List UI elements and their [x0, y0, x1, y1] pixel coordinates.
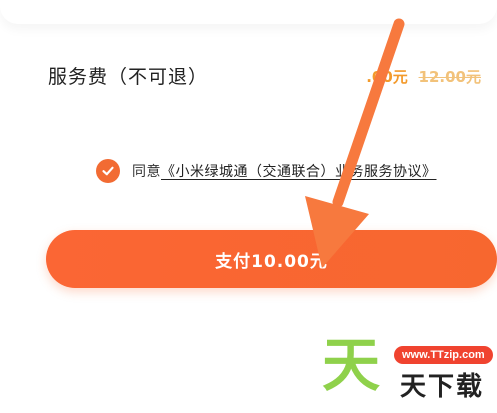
previous-card-bottom	[0, 0, 497, 24]
service-fee-current-price: .00元	[366, 68, 408, 86]
agreement-prefix: 同意	[132, 164, 161, 180]
agreement-checkbox[interactable]	[96, 159, 120, 183]
service-fee-prices: .00元 12.00元	[366, 66, 481, 87]
watermark-url-badge: www.TTzip.com	[394, 346, 493, 364]
agreement-row: 同意《小米绿城通（交通联合）业务服务协议》	[96, 158, 437, 184]
agreement-link[interactable]: 《小米绿城通（交通联合）业务服务协议》	[161, 164, 437, 180]
service-fee-original-price: 12.00元	[418, 68, 481, 86]
pay-button[interactable]: 支付10.00元	[46, 230, 497, 288]
service-fee-label: 服务费（不可退）	[48, 66, 209, 88]
agreement-text: 同意《小米绿城通（交通联合）业务服务协议》	[132, 161, 437, 181]
watermark-site-name: 天下载	[400, 372, 485, 402]
watermark-big-char: 天	[322, 331, 381, 399]
watermark-logo: 天 www.TTzip.com 天下载	[322, 330, 497, 413]
checkmark-icon	[102, 166, 114, 176]
